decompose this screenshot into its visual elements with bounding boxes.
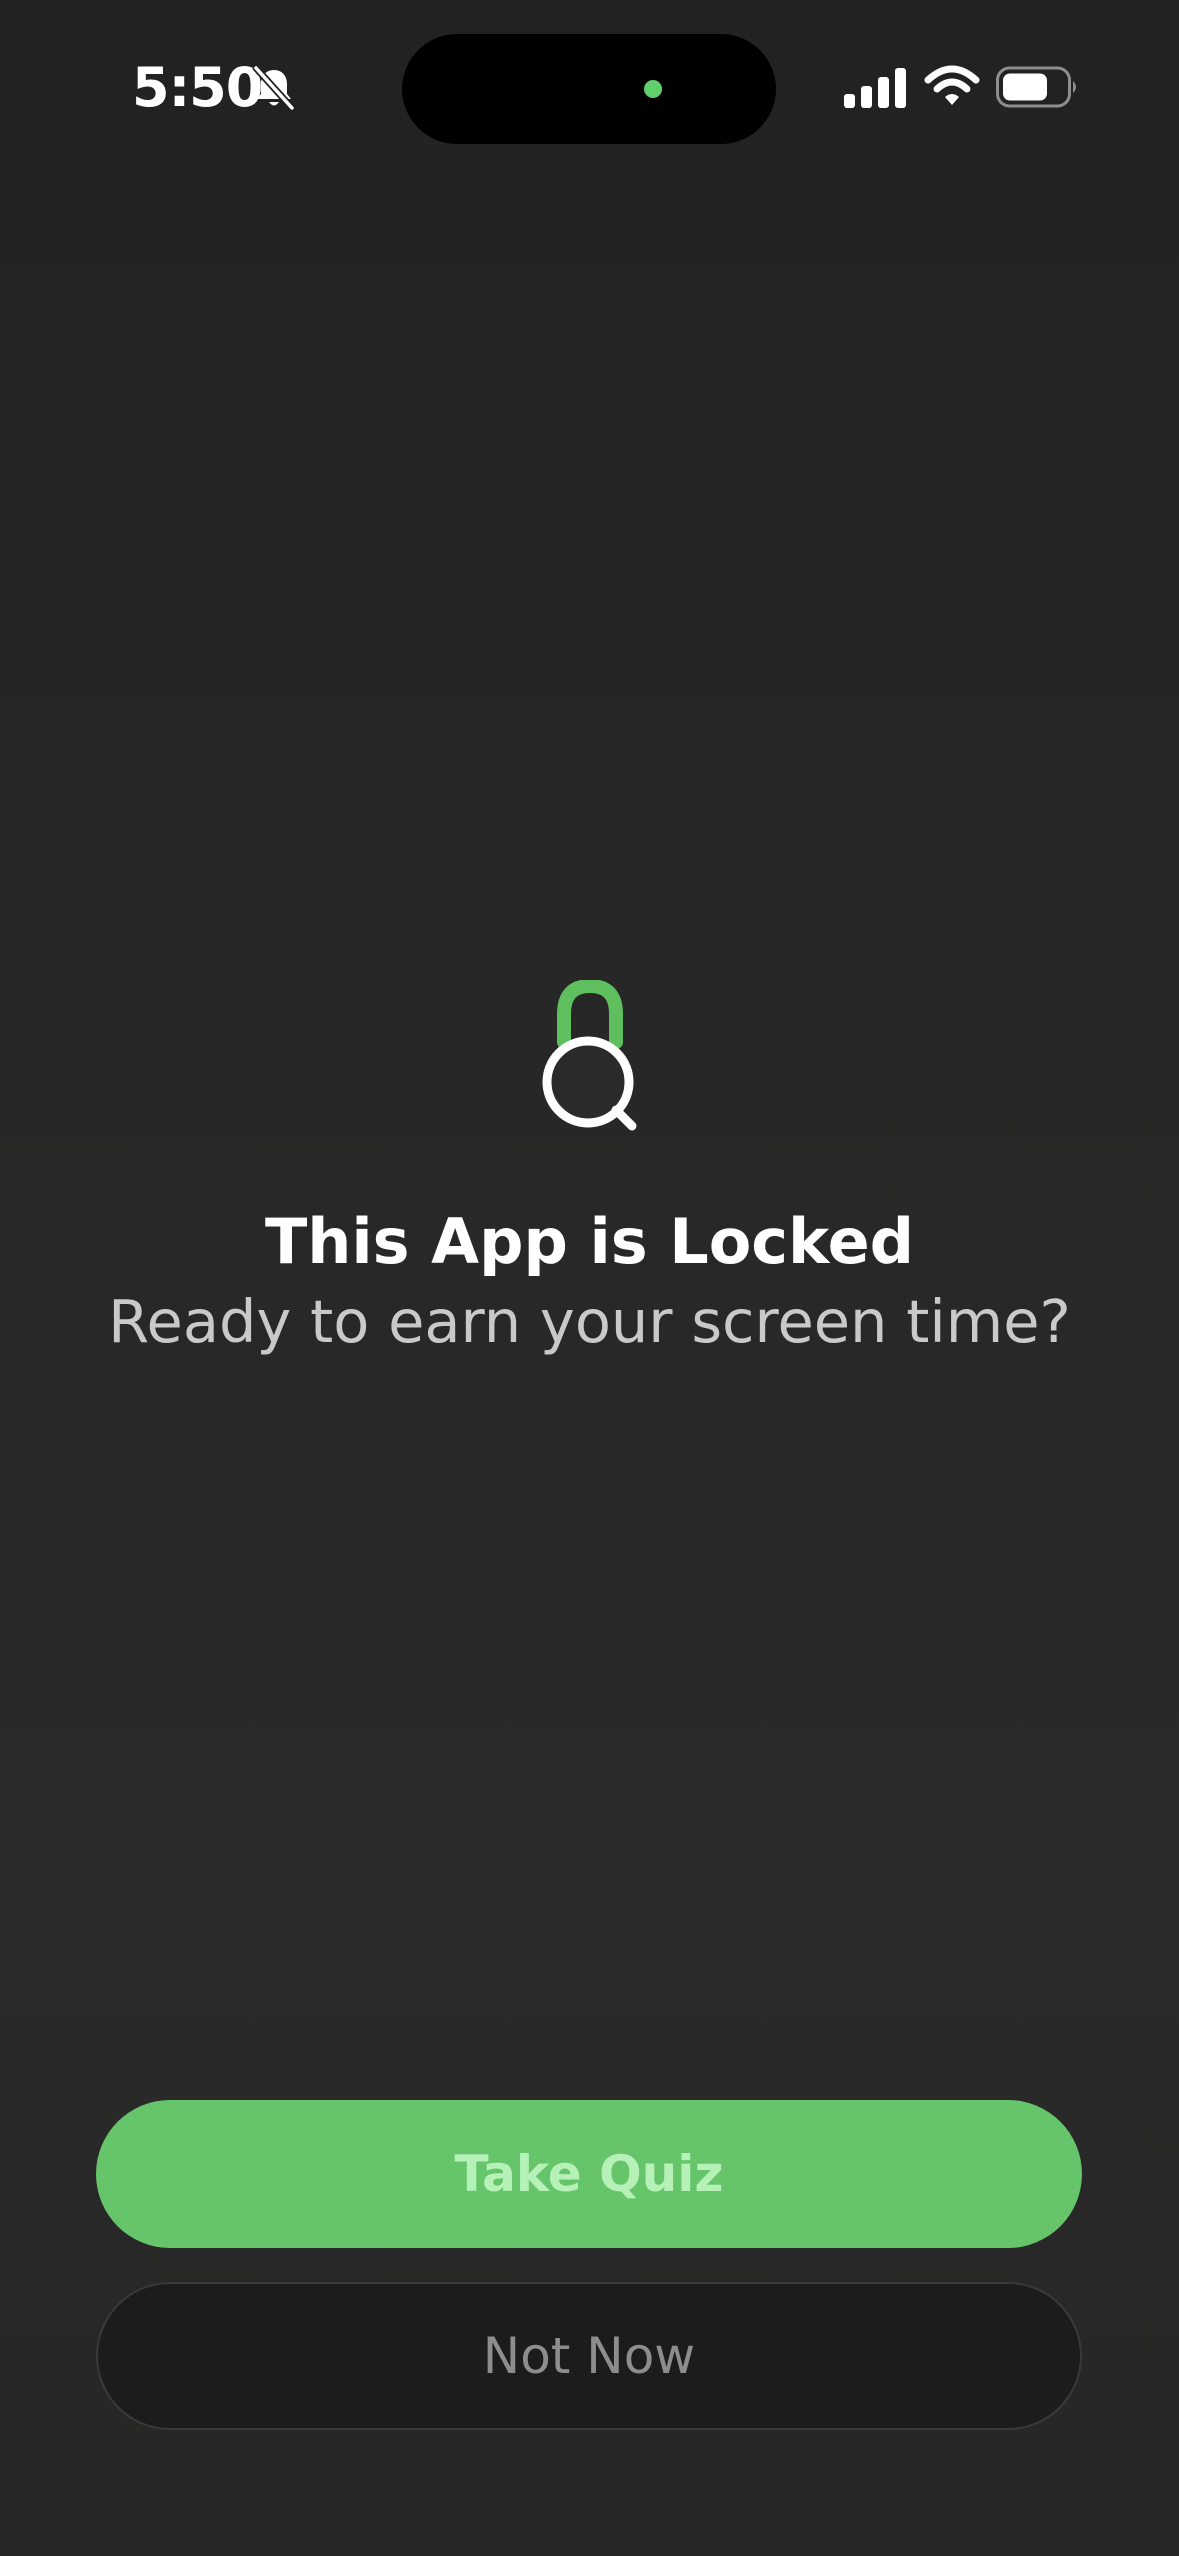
- wifi-icon: [924, 65, 980, 105]
- app-lock-screen: 5:50 This App is Locked Ready to earn yo…: [0, 0, 1179, 2556]
- bell-slash-icon: [252, 64, 296, 112]
- cellular-signal-icon: [844, 68, 906, 108]
- lock-search-icon: [542, 980, 637, 1131]
- take-quiz-button[interactable]: Take Quiz: [96, 2100, 1082, 2248]
- status-time: 5:50: [132, 56, 263, 119]
- battery-icon: [996, 66, 1076, 108]
- locked-title: This App is Locked: [264, 1205, 915, 1278]
- not-now-button[interactable]: Not Now: [96, 2282, 1082, 2430]
- locked-subtitle: Ready to earn your screen time?: [108, 1287, 1071, 1356]
- dynamic-island: [402, 34, 776, 144]
- take-quiz-label: Take Quiz: [454, 2145, 724, 2203]
- camera-indicator: [644, 80, 662, 98]
- not-now-label: Not Now: [482, 2327, 696, 2385]
